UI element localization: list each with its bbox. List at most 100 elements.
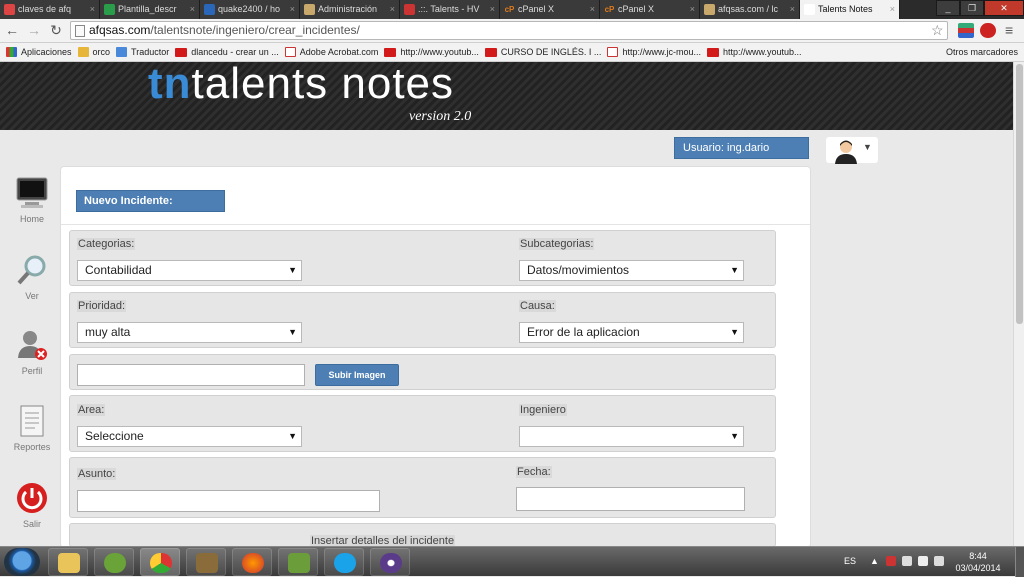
browser-tab[interactable]: cP cPanel X × [600, 0, 700, 19]
bookmark-label: http://www.youtub... [722, 47, 802, 57]
taskbar-skype[interactable] [324, 548, 364, 576]
eclipse-icon [380, 553, 402, 573]
tab-close-icon[interactable]: × [490, 0, 495, 19]
subcategorias-select[interactable]: Datos/movimientos ▼ [519, 260, 744, 281]
network-icon[interactable] [902, 556, 912, 566]
taskbar-explorer[interactable] [48, 548, 88, 576]
page-scrollbar[interactable] [1013, 62, 1024, 546]
chevron-down-icon: ▼ [288, 327, 297, 337]
clock-date: 03/04/2014 [955, 563, 1001, 573]
taskbar-cygwin[interactable] [278, 548, 318, 576]
ingeniero-select[interactable]: ▼ [519, 426, 744, 447]
bookmark-item[interactable]: Adobe Acrobat.com [284, 47, 378, 57]
bookmark-item[interactable]: http://www.youtub... [384, 47, 479, 57]
back-icon[interactable]: ← [4, 22, 20, 38]
browser-tab[interactable]: afqsas.com / lc × [700, 0, 800, 19]
tab-close-icon[interactable]: × [90, 0, 95, 19]
site-header: tntalents notes version 2.0 [0, 62, 1024, 130]
tab-label: Plantilla_descr [118, 4, 177, 14]
prioridad-select[interactable]: muy alta ▼ [77, 322, 302, 343]
close-window-button[interactable]: ✕ [984, 0, 1024, 16]
causa-select[interactable]: Error de la aplicacion ▼ [519, 322, 744, 343]
image-file-input[interactable] [77, 364, 305, 386]
fecha-input[interactable] [516, 487, 745, 511]
browser-tab[interactable]: quake2400 / ho × [200, 0, 300, 19]
sidebar-item-ver[interactable]: Ver [8, 253, 56, 301]
forward-icon[interactable]: → [26, 22, 42, 38]
taskbar-app-ee[interactable] [186, 548, 226, 576]
browser-tab[interactable]: Talents Notes × [800, 0, 900, 19]
scrollbar-thumb[interactable] [1016, 64, 1023, 324]
area-value: Seleccione [85, 429, 144, 443]
restore-button[interactable]: ❐ [960, 0, 984, 16]
document-icon [15, 404, 49, 438]
version-label: version 2.0 [409, 109, 472, 124]
area-select[interactable]: Seleccione ▼ [77, 426, 302, 447]
start-button[interactable] [4, 548, 40, 576]
browser-toolbar: ← → ↻ afqsas.com/talentsnote/ingeniero/c… [0, 19, 1024, 43]
categorias-select[interactable]: Contabilidad ▼ [77, 260, 302, 281]
bookmark-item[interactable]: dlancedu - crear un ... [175, 47, 279, 57]
asunto-label: Asunto: [77, 468, 117, 480]
browser-tab[interactable]: claves de afq × [0, 0, 100, 19]
browser-tab[interactable]: cP cPanel X × [500, 0, 600, 19]
taskbar-utorrent[interactable] [94, 548, 134, 576]
chevron-down-icon: ▼ [288, 431, 297, 441]
browser-tab[interactable]: .::. Talents - HV × [400, 0, 500, 19]
tab-favicon-icon [4, 4, 15, 15]
bookmark-star-icon[interactable]: ☆ [931, 22, 944, 39]
bookmark-item[interactable]: http://www.jc-mou... [607, 47, 701, 57]
taskbar-eclipse[interactable] [370, 548, 410, 576]
show-hidden-icon[interactable]: ▲ [870, 556, 880, 566]
asunto-input[interactable] [77, 490, 380, 512]
sidebar-item-salir[interactable]: Salir [8, 481, 56, 529]
url-host: afqsas.com [89, 23, 151, 37]
browser-tab[interactable]: Plantilla_descr × [100, 0, 200, 19]
bookmark-item[interactable]: CURSO DE INGLÉS. I ... [484, 47, 601, 57]
bookmark-item[interactable]: http://www.youtub... [706, 47, 802, 57]
tab-close-icon[interactable]: × [590, 0, 595, 19]
tab-close-icon[interactable]: × [690, 0, 695, 19]
chevron-down-icon: ▼ [730, 327, 739, 337]
tab-close-icon[interactable]: × [390, 0, 395, 19]
chrome-menu-icon[interactable]: ≡ [1005, 22, 1013, 38]
user-menu[interactable]: ▼ [826, 137, 878, 164]
minimize-button[interactable]: _ [936, 0, 960, 16]
bookmark-item[interactable]: Aplicaciones [6, 47, 72, 57]
tray-app-icon[interactable] [886, 556, 896, 566]
firefox-icon [242, 553, 264, 573]
yt-icon [175, 47, 188, 57]
pdf-icon [607, 47, 619, 57]
volume-icon[interactable] [918, 556, 928, 566]
language-indicator[interactable]: ES [844, 556, 856, 566]
tab-label: Administración [318, 4, 378, 14]
tab-label: cPanel X [618, 4, 655, 14]
subcategorias-label: Subcategorias: [519, 238, 595, 250]
bookmark-label: Traductor [131, 47, 170, 57]
tab-close-icon[interactable]: × [890, 0, 895, 19]
tab-close-icon[interactable]: × [290, 0, 295, 19]
clock[interactable]: 8:44 03/04/2014 [952, 550, 1004, 574]
other-bookmarks[interactable]: Otros marcadores [931, 47, 1018, 57]
reload-icon[interactable]: ↻ [48, 22, 64, 38]
action-center-icon[interactable] [934, 556, 944, 566]
site-logo[interactable]: tntalents notes [148, 62, 454, 110]
extension-record-icon[interactable] [980, 23, 996, 38]
sidebar-item-perfil[interactable]: Perfil [8, 328, 56, 376]
bookmark-item[interactable]: orco [77, 47, 110, 57]
extension-icon[interactable] [958, 23, 974, 38]
tab-close-icon[interactable]: × [190, 0, 195, 19]
bookmark-item[interactable]: Traductor [116, 47, 169, 57]
trad-icon [116, 47, 128, 57]
show-desktop-button[interactable] [1015, 547, 1024, 577]
sidebar-item-home[interactable]: Home [8, 176, 56, 224]
taskbar-chrome[interactable] [140, 548, 180, 576]
address-bar[interactable]: afqsas.com/talentsnote/ingeniero/crear_i… [70, 21, 948, 40]
tab-close-icon[interactable]: × [790, 0, 795, 19]
browser-tab[interactable]: Administración × [300, 0, 400, 19]
chevron-down-icon: ▼ [730, 265, 739, 275]
sidebar-item-reportes[interactable]: Reportes [8, 404, 56, 452]
chevron-down-icon[interactable]: ▼ [863, 142, 872, 152]
taskbar-firefox[interactable] [232, 548, 272, 576]
upload-image-button[interactable]: Subir Imagen [315, 364, 399, 386]
